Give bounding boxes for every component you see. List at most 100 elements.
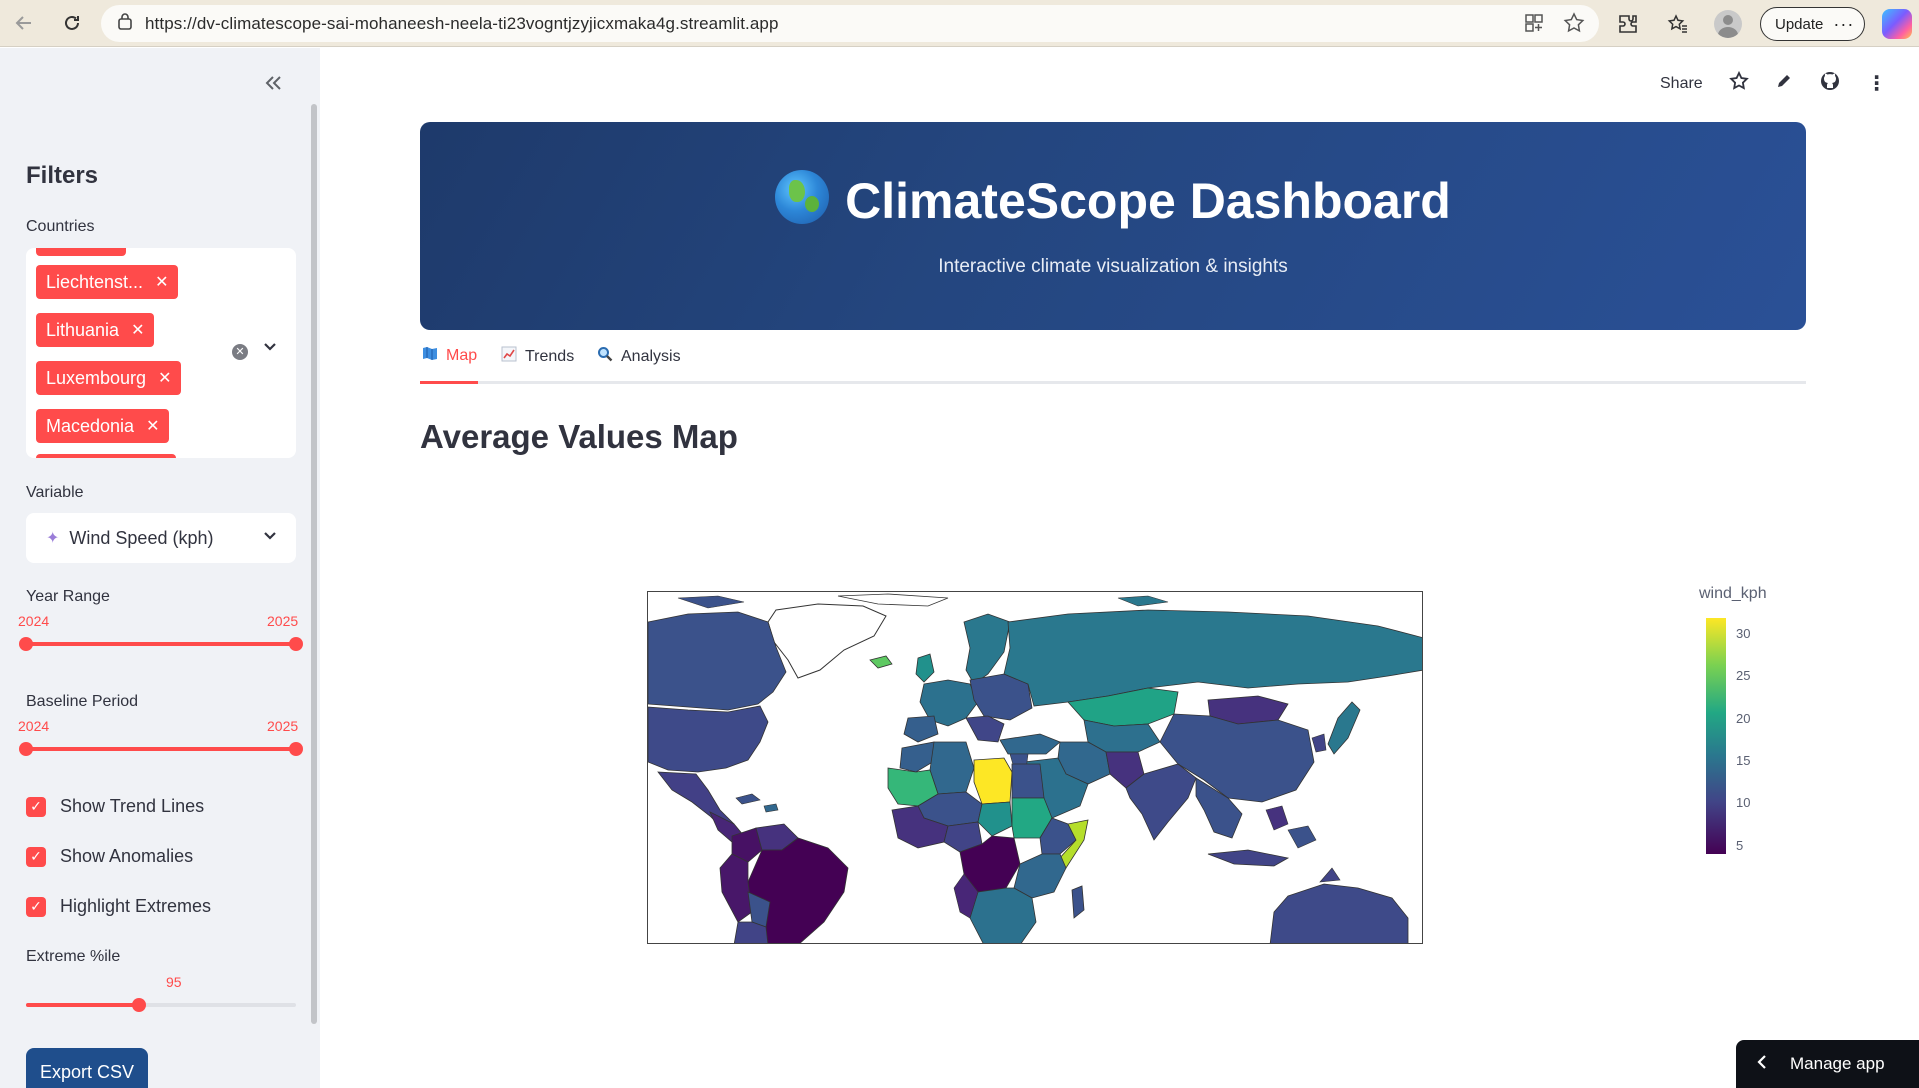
country-tag-label: Luxembourg — [46, 367, 147, 388]
sparkle-icon: ✦ — [46, 530, 60, 547]
colorbar-title: wind_kph — [1699, 585, 1767, 602]
manage-app-button[interactable]: Manage app — [1736, 1040, 1919, 1088]
tab-label: Analysis — [621, 347, 681, 365]
checkbox-label: Show Anomalies — [60, 846, 194, 866]
baseline-max-thumb[interactable] — [289, 742, 303, 756]
colorbar — [1706, 618, 1726, 854]
choropleth-map[interactable] — [647, 591, 1423, 944]
tab-label: Trends — [525, 347, 575, 365]
tab-analysis[interactable]: Analysis — [597, 346, 681, 367]
export-csv-button[interactable]: Export CSV — [26, 1048, 148, 1088]
country-tag-partial — [36, 454, 176, 458]
colorbar-tick: 30 — [1736, 626, 1751, 641]
country-tag-label: Liechtenst... — [46, 271, 144, 292]
baseline-label: Baseline Period — [26, 693, 139, 710]
variable-select[interactable]: ✦ Wind Speed (kph) — [26, 513, 296, 563]
country-tag[interactable]: Luxembourg ✕ — [36, 361, 182, 395]
region-southern-africa — [969, 887, 1037, 943]
remove-tag-icon[interactable]: ✕ — [146, 416, 159, 436]
edit-icon[interactable] — [1775, 72, 1793, 95]
region-libya — [973, 757, 1013, 805]
checkmark-icon: ✓ — [26, 846, 46, 867]
year-range-track[interactable] — [26, 642, 296, 646]
year-range-max-thumb[interactable] — [289, 637, 303, 651]
clear-all-icon[interactable]: ✕ — [232, 344, 248, 360]
active-tab-indicator — [420, 381, 478, 384]
app-header: Share ⋮ — [1660, 70, 1887, 97]
show-anomalies-checkbox[interactable]: ✓ Show Anomalies — [26, 846, 193, 867]
sidebar: Filters Countries Liechtenst... ✕ Lithua… — [0, 48, 320, 1088]
countries-label: Countries — [26, 218, 95, 235]
avatar — [1714, 10, 1742, 38]
year-range-min-thumb[interactable] — [19, 637, 33, 651]
tab-bar: Map Trends Analysis — [420, 342, 1806, 384]
update-button[interactable]: Update ··· — [1760, 7, 1866, 41]
chart-increasing-icon — [501, 346, 517, 367]
section-title: Average Values Map — [420, 418, 738, 455]
colorbar-tick: 20 — [1736, 711, 1751, 726]
country-tag[interactable]: Liechtenst... ✕ — [36, 265, 179, 299]
back-icon[interactable] — [4, 3, 44, 43]
checkbox-label: Show Trend Lines — [60, 796, 205, 816]
extreme-percentile-thumb[interactable] — [132, 998, 146, 1012]
checkmark-icon: ✓ — [26, 796, 46, 817]
reload-icon[interactable] — [52, 3, 92, 43]
countries-multiselect[interactable]: Liechtenst... ✕ Lithuania ✕ Luxembourg ✕… — [26, 248, 296, 458]
baseline-max: 2025 — [267, 718, 299, 734]
country-tag-partial — [36, 248, 126, 256]
share-button[interactable]: Share — [1660, 75, 1703, 93]
baseline-min: 2024 — [18, 718, 50, 734]
country-tag[interactable]: Macedonia ✕ — [36, 409, 170, 443]
sidebar-title: Filters — [26, 162, 99, 189]
map-icon — [422, 346, 438, 365]
globe-icon — [775, 170, 830, 224]
favorite-star-icon[interactable] — [1563, 12, 1585, 39]
remove-tag-icon[interactable]: ✕ — [155, 272, 168, 292]
country-tag[interactable]: Lithuania ✕ — [36, 313, 155, 347]
extensions-icon[interactable] — [1610, 6, 1646, 42]
country-tag-label: Macedonia — [46, 415, 135, 436]
checkmark-icon: ✓ — [26, 896, 46, 917]
country-tag-label: Lithuania — [46, 319, 120, 340]
chevron-down-icon[interactable] — [262, 338, 278, 359]
banner-subtitle: Interactive climate visualization & insi… — [938, 256, 1288, 277]
github-icon[interactable] — [1819, 70, 1841, 97]
browser-toolbar: https://dv-climatescope-sai-mohaneesh-ne… — [0, 0, 1919, 47]
extreme-percentile-label: Extreme %ile — [26, 948, 121, 965]
year-range-label: Year Range — [26, 588, 110, 605]
checkbox-label: Highlight Extremes — [60, 896, 212, 916]
show-trend-lines-checkbox[interactable]: ✓ Show Trend Lines — [26, 796, 204, 817]
more-menu-icon[interactable]: ⋮ — [1867, 74, 1887, 94]
chevron-down-icon — [262, 527, 278, 548]
tab-trends[interactable]: Trends — [501, 346, 574, 367]
update-label: Update — [1775, 15, 1824, 33]
extreme-percentile-fill — [26, 1003, 139, 1007]
colorbar-tick: 5 — [1736, 838, 1744, 853]
copilot-icon[interactable] — [1879, 6, 1915, 42]
region-algeria — [929, 741, 975, 795]
star-icon[interactable] — [1728, 70, 1749, 96]
sidebar-scrollbar[interactable] — [311, 104, 317, 1024]
tab-label: Map — [446, 346, 478, 364]
variable-label: Variable — [26, 484, 84, 501]
tab-map[interactable]: Map — [422, 346, 477, 365]
extreme-percentile-value: 95 — [166, 974, 182, 990]
remove-tag-icon[interactable]: ✕ — [158, 368, 171, 388]
magnifier-icon — [597, 346, 613, 367]
collapse-sidebar-icon[interactable] — [262, 70, 284, 101]
profile-avatar[interactable] — [1710, 6, 1746, 42]
variable-value: Wind Speed (kph) — [69, 527, 214, 548]
region-egypt — [1011, 763, 1045, 799]
remove-tag-icon[interactable]: ✕ — [131, 320, 144, 340]
app-available-icon[interactable] — [1523, 12, 1545, 39]
banner-title: ClimateScope Dashboard — [420, 170, 1806, 230]
address-bar[interactable]: https://dv-climatescope-sai-mohaneesh-ne… — [101, 5, 1599, 42]
baseline-track[interactable] — [26, 747, 296, 751]
baseline-min-thumb[interactable] — [19, 742, 33, 756]
dashboard-banner: ClimateScope Dashboard — [420, 122, 1806, 330]
site-info-icon[interactable] — [117, 12, 133, 35]
colorbar-tick: 15 — [1736, 753, 1751, 768]
url-text: https://dv-climatescope-sai-mohaneesh-ne… — [145, 13, 779, 33]
highlight-extremes-checkbox[interactable]: ✓ Highlight Extremes — [26, 896, 211, 917]
favorites-icon[interactable] — [1660, 6, 1696, 42]
